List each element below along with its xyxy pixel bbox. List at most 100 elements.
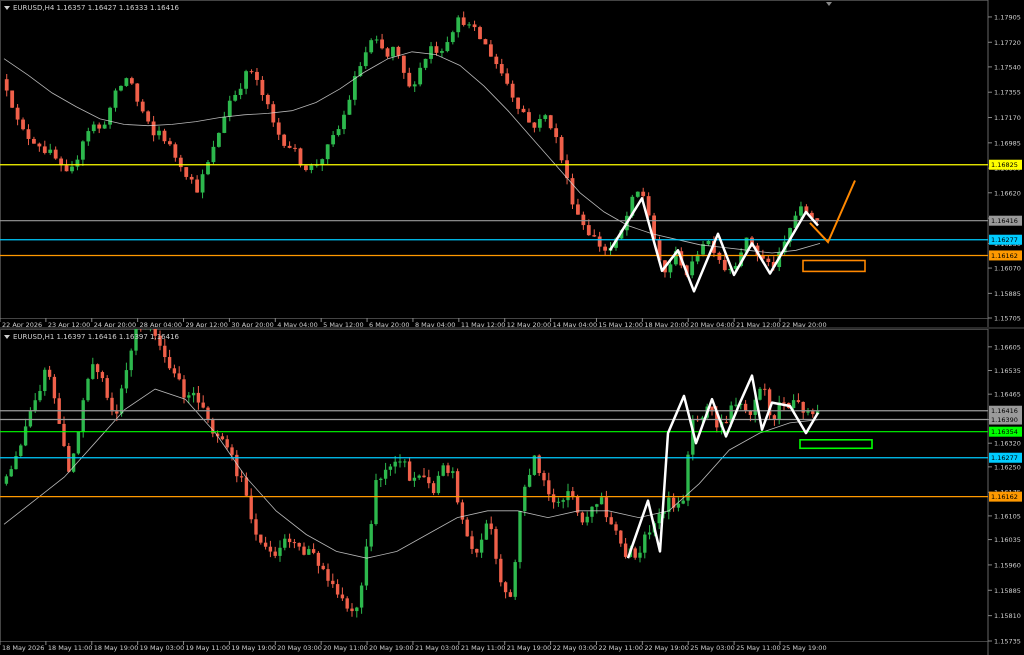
candle-body [320, 159, 325, 165]
candle-body [592, 235, 597, 237]
candle-body [347, 99, 352, 115]
candle-body [441, 465, 445, 476]
candle-body [302, 546, 306, 555]
candle-body [599, 497, 604, 505]
target-box-annotation[interactable] [799, 439, 873, 450]
candle-body [450, 32, 455, 43]
h4-price-chart[interactable]: 1.17905 1.17720 1.17540 1.17355 1.17170 1.169… [0, 0, 1024, 328]
candle-body [508, 592, 513, 597]
candle-body [75, 159, 80, 167]
candle-body [401, 55, 406, 73]
candle-body [273, 551, 277, 556]
candle-body [701, 244, 705, 255]
candle-body [355, 607, 359, 612]
candle-body [287, 538, 292, 543]
candle-body [559, 137, 564, 161]
candle-body [249, 495, 253, 520]
y-tick-label: 1.17355 [994, 89, 1021, 97]
candle-body [494, 56, 499, 65]
candle-body [465, 519, 469, 537]
candle-body [467, 24, 472, 26]
candle-body [595, 504, 599, 507]
h4-symbol-text: EURUSD,H4 1.16357 1.16427 1.16333 1.1641… [13, 4, 179, 12]
candle-body [571, 491, 575, 497]
candle-body [70, 166, 74, 172]
y-tick-label: 1.16605 [994, 343, 1021, 351]
moving-average-line [3, 388, 821, 559]
candle-body [470, 536, 474, 549]
candle-body [505, 73, 510, 84]
candle-body [706, 240, 711, 245]
candle-body [37, 143, 42, 147]
y-tick-label: 1.17720 [994, 39, 1021, 47]
target-box-annotation[interactable] [802, 259, 866, 273]
x-tick-label: 25 May 03:00 [690, 644, 735, 652]
candle-body [647, 532, 652, 535]
candle-body [195, 179, 200, 193]
plot-frame [0, 329, 989, 642]
candle-body [287, 145, 292, 148]
candle-body [129, 78, 134, 84]
candle-body [472, 24, 477, 28]
candle-body [537, 118, 542, 128]
candle-body [345, 598, 349, 609]
candle-body [614, 524, 618, 531]
candle-body [643, 534, 647, 553]
x-tick-label: 21 May 03:00 [415, 644, 460, 652]
candle-body [100, 372, 105, 379]
y-tick-label: 1.16250 [994, 463, 1021, 471]
collapse-triangle-icon[interactable] [4, 6, 10, 10]
candle-body [436, 475, 441, 494]
candle-body [225, 439, 229, 448]
candle-body [80, 141, 85, 160]
h1-price-chart[interactable]: 1.16605 1.16535 1.16465 1.16390 1.16320 1.162… [0, 329, 1024, 655]
candle-body [108, 107, 112, 125]
candle-body [576, 204, 580, 215]
candle-body [575, 496, 580, 513]
y-tick-label: 1.17170 [994, 114, 1021, 122]
y-tick-label: 1.15810 [994, 612, 1021, 620]
candle-body [603, 246, 608, 251]
y-tick-label: 1.15885 [994, 587, 1021, 595]
candle-body [374, 480, 378, 525]
candle-body [15, 107, 20, 120]
candle-body [325, 144, 330, 160]
candle-body [380, 39, 384, 49]
candle-body [364, 546, 369, 586]
x-tick-label: 18 May 2026 [2, 644, 44, 652]
candle-body [585, 516, 589, 523]
candle-body [259, 534, 263, 543]
candle-body [417, 475, 421, 478]
collapse-triangle-icon[interactable] [4, 335, 10, 339]
candle-body [178, 157, 183, 168]
candle-body [140, 101, 145, 112]
candle-body [407, 72, 412, 87]
candle-body [391, 46, 395, 57]
candle-body [47, 369, 52, 377]
y-tick-label: 1.17905 [994, 13, 1021, 21]
candle-body [806, 411, 810, 413]
candle-body [81, 400, 85, 432]
chart-shift-marker-icon[interactable] [826, 2, 832, 6]
candle-body [105, 378, 109, 398]
h1-chart-pane[interactable]: 1.16605 1.16535 1.16465 1.16390 1.16320 1.162… [0, 329, 1024, 655]
candle-body [551, 494, 556, 503]
candle-body [33, 400, 37, 412]
h4-chart-pane[interactable]: 1.17905 1.17720 1.17540 1.17355 1.17170 1.169… [0, 0, 1024, 328]
candle-body [565, 160, 569, 179]
projection-arrow-annotation[interactable] [809, 180, 856, 244]
candle-body [510, 83, 515, 98]
y-tick-label: 1.16535 [994, 367, 1021, 375]
candle-body [455, 471, 460, 503]
candle-body [276, 122, 281, 135]
candle-body [124, 370, 129, 389]
x-tick-label: 25 May 11:00 [736, 644, 781, 652]
candle-body [119, 85, 123, 91]
candle-body [418, 67, 423, 85]
x-tick-label: 19 May 11:00 [186, 644, 231, 652]
x-tick-label: 19 May 19:00 [231, 644, 276, 652]
candle-body [431, 483, 436, 494]
zigzag-annotation[interactable] [608, 197, 819, 293]
x-tick-label: 19 May 03:00 [140, 644, 185, 652]
candle-body [173, 144, 178, 158]
